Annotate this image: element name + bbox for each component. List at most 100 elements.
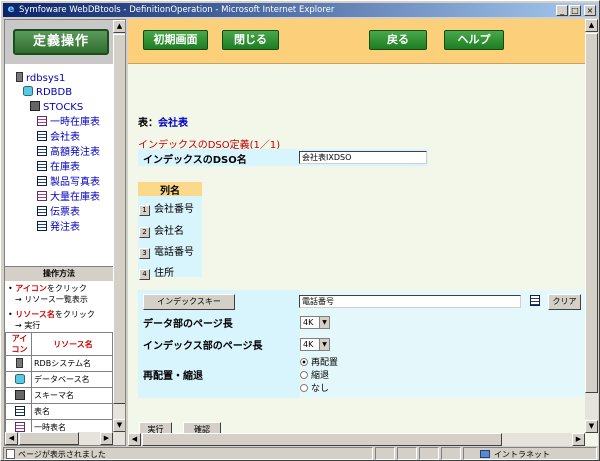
close-button[interactable]: 閉じる	[222, 30, 279, 50]
maximize-button[interactable]: □	[569, 5, 581, 16]
page-icon	[6, 449, 15, 459]
table-icon[interactable]	[37, 146, 47, 156]
scroll-thumb[interactable]	[113, 34, 125, 404]
status-message: ページが表示されました	[3, 447, 373, 460]
left-horizontal-scrollbar[interactable]: ◀ ▶	[5, 432, 113, 445]
window-title: Symfoware WebDBtools - DefinitionOperati…	[19, 5, 335, 15]
tree-node-table-4[interactable]: 製品写真表	[37, 176, 100, 189]
temp-table-icon[interactable]	[37, 116, 47, 126]
minimize-button[interactable]: _	[556, 5, 568, 16]
column-item-2[interactable]: 3 電話番号	[139, 243, 194, 259]
tree-node-table-5[interactable]: 大量在庫表	[37, 191, 100, 204]
definition-form: 表：会社表 インデックスのDSO定義(1／1) インデックスのDSO名 会社表I…	[128, 65, 585, 438]
legend-row: RDBシステム名	[5, 355, 113, 372]
home-button[interactable]: 初期画面	[143, 30, 208, 50]
realloc-option-2[interactable]: なし	[300, 381, 329, 394]
data-page-select[interactable]: 4K ▼	[300, 316, 330, 329]
resource-tree: rdbsys1 RDBDB STOCKS 一時在庫表 会社表 高額発注表 在庫表…	[5, 64, 113, 266]
howto-line2-result: → 実行	[15, 321, 41, 330]
legend-col-resource: リソース名	[31, 332, 113, 356]
ie-icon: e	[7, 4, 15, 15]
back-button[interactable]: 戻る	[369, 30, 427, 50]
tree-node-rdbsys[interactable]: rdbsys1	[16, 72, 65, 85]
index-page-select[interactable]: 4K ▼	[300, 338, 330, 351]
server-icon[interactable]	[16, 72, 23, 82]
scroll-down-icon[interactable]: ▼	[585, 420, 598, 433]
database-icon[interactable]	[23, 86, 33, 96]
tree-node-table-2[interactable]: 高額発注表	[37, 146, 100, 159]
temp-table-icon[interactable]	[37, 191, 47, 201]
radio[interactable]	[300, 371, 308, 379]
realloc-option-1[interactable]: 縮退	[300, 368, 329, 381]
radio-selected[interactable]	[300, 358, 308, 366]
column-item-1[interactable]: 2 会社名	[139, 222, 184, 238]
tree-node-schema[interactable]: STOCKS	[30, 101, 83, 114]
howto-line1-result: → リソース一覧表示	[15, 295, 88, 304]
scroll-up-icon[interactable]: ▲	[113, 20, 125, 33]
index-key-button[interactable]: インデックスキー	[143, 294, 235, 310]
tree-node-table-1[interactable]: 会社表	[37, 131, 80, 144]
column-item-0[interactable]: 1 会社番号	[139, 200, 194, 216]
left-vertical-scrollbar[interactable]: ▲ ▼	[113, 20, 125, 445]
intranet-icon	[480, 450, 490, 458]
scroll-right-icon[interactable]: ▶	[100, 432, 113, 445]
index-key-input[interactable]: 電話番号	[299, 295, 521, 308]
dso-name-input[interactable]: 会社表IXDSO	[299, 151, 427, 164]
toolbar: 初期画面 閉じる 戻る ヘルプ	[128, 19, 598, 64]
table-icon[interactable]	[37, 176, 47, 186]
table-icon[interactable]	[37, 131, 47, 141]
dso-label: インデックスのDSO名	[143, 155, 247, 166]
table-icon[interactable]	[37, 161, 47, 171]
browser-window: e Symfoware WebDBtools - DefinitionOpera…	[0, 0, 600, 461]
index-page-label: インデックス部のページ長	[143, 341, 263, 352]
title-bar: e Symfoware WebDBtools - DefinitionOpera…	[3, 3, 598, 17]
howto-line1: • アイコンをクリック	[8, 284, 87, 293]
column-item-3[interactable]: 4 住所	[139, 264, 174, 280]
tree-node-table-3[interactable]: 在庫表	[37, 161, 80, 174]
scroll-thumb[interactable]	[585, 33, 598, 393]
right-horizontal-scrollbar[interactable]: ◀ ▶	[128, 433, 585, 446]
tree-node-table-6[interactable]: 伝票表	[37, 206, 80, 219]
chevron-down-icon[interactable]: ▼	[319, 339, 329, 350]
schema-icon[interactable]	[30, 101, 40, 111]
data-page-label: データ部のページ長	[143, 319, 233, 330]
chevron-down-icon[interactable]: ▼	[319, 317, 329, 328]
legend-col-icon: アイコン	[5, 332, 32, 356]
definition-operation-button[interactable]: 定義操作	[13, 29, 109, 55]
scroll-right-icon[interactable]: ▶	[572, 433, 585, 446]
legend-header-row: アイコン リソース名	[5, 332, 113, 356]
realloc-option-0[interactable]: 再配置	[300, 355, 338, 368]
left-frame: 定義操作 rdbsys1 RDBDB STOCKS 一時在庫表 会社表 高額発注…	[4, 19, 126, 446]
status-bar: ページが表示されました イントラネット	[3, 447, 599, 460]
tree-node-table-0[interactable]: 一時在庫表	[37, 116, 100, 129]
right-vertical-scrollbar[interactable]: ▲ ▼	[585, 19, 598, 433]
table-icon	[14, 405, 25, 416]
legend-row: データベース名	[5, 371, 113, 388]
scroll-left-icon[interactable]: ◀	[128, 433, 141, 446]
tree-node-database[interactable]: RDBDB	[23, 86, 72, 99]
right-frame: 初期画面 閉じる 戻る ヘルプ 表：会社表 インデックスのDSO定義(1／1) …	[128, 19, 598, 446]
columns-header: 列名	[138, 182, 202, 197]
temp-table-icon	[14, 421, 25, 432]
left-header: 定義操作	[5, 20, 113, 64]
scroll-left-icon[interactable]: ◀	[5, 432, 18, 445]
index-key-table-icon[interactable]	[530, 295, 540, 306]
howto-line2: • リソース名をクリック	[8, 310, 95, 319]
close-window-button[interactable]: ×	[584, 5, 596, 16]
legend-row: 表名	[5, 403, 113, 420]
radio[interactable]	[300, 384, 308, 392]
tree-node-table-7[interactable]: 発注表	[37, 221, 80, 234]
database-icon	[14, 373, 25, 384]
scroll-thumb[interactable]	[19, 432, 79, 445]
scroll-down-icon[interactable]: ▼	[113, 419, 125, 432]
clear-button[interactable]: クリア	[548, 294, 581, 310]
help-button[interactable]: ヘルプ	[444, 30, 504, 50]
howto-title: 操作方法	[5, 267, 113, 281]
schema-icon	[14, 389, 25, 400]
table-icon[interactable]	[37, 221, 47, 231]
table-icon[interactable]	[37, 206, 47, 216]
icon-legend-table: アイコン リソース名 RDBシステム名 データベース名 スキーマ名 表名 一時表…	[5, 332, 113, 436]
table-name: 会社表	[158, 118, 188, 129]
scroll-up-icon[interactable]: ▲	[585, 19, 598, 32]
scroll-thumb[interactable]	[142, 433, 502, 446]
